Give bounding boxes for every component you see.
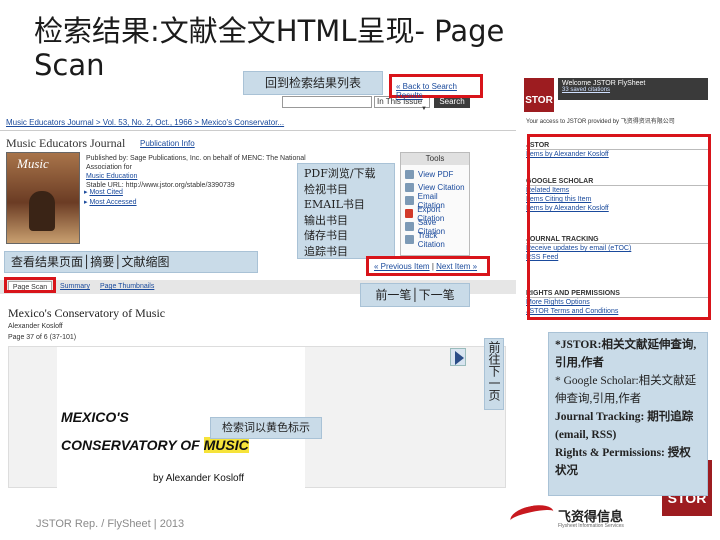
- callout-keyword-highlight: 检索词以黄色标示: [210, 417, 322, 439]
- back-to-search-results-link[interactable]: « Back to Search Results: [392, 77, 480, 100]
- view-pdf-tool[interactable]: View PDF: [405, 168, 465, 181]
- callout-view-modes: 查看结果页面│摘要│文献缩图: [4, 251, 258, 273]
- jstor-logo-text: STOR: [525, 95, 553, 106]
- next-page-arrow[interactable]: [450, 348, 466, 366]
- scan-word: OF: [180, 437, 200, 453]
- cover-figure: [29, 191, 55, 231]
- welcome-box: Welcome JSTOR FlySheet 33 saved citation…: [558, 78, 708, 100]
- track-citation-tool[interactable]: Track Citation: [405, 230, 465, 249]
- play-arrow-icon: [455, 351, 464, 365]
- callout-line: EMAIL书目: [304, 198, 365, 211]
- breadcrumb[interactable]: Music Educators Journal > Vol. 53, No. 2…: [6, 118, 284, 127]
- slide-footer: JSTOR Rep. / FlySheet | 2013: [36, 518, 185, 530]
- highlight-back-link: « Back to Search Results: [389, 74, 483, 100]
- callout-page-turn: 前往下一页: [484, 338, 504, 410]
- saved-citations-link[interactable]: 33 saved citations: [562, 87, 704, 93]
- article-author: Alexander Kosloff: [8, 323, 63, 330]
- highlight-sidebar: [527, 134, 711, 320]
- tab-page-thumbnails[interactable]: Page Thumbnails: [100, 283, 154, 290]
- scan-word: CONSERVATORY: [61, 437, 177, 453]
- jstor-logo-small: STOR: [524, 78, 554, 112]
- document-icon: [405, 183, 414, 192]
- callout-line: Journal Tracking: 期刊追踪(email, RSS): [555, 411, 694, 441]
- access-note: Your access to JSTOR provided by 飞资得资讯有限…: [526, 119, 675, 125]
- track-icon: [405, 235, 414, 244]
- journal-cover-title: Music: [17, 156, 49, 171]
- tools-heading: Tools: [401, 153, 469, 165]
- callout-pdf-tools: PDF浏览/下载 检视书目 EMAIL书目 输出书目 储存书目 追踪书目: [297, 163, 395, 259]
- journal-links: ▸ Most Cited ▸ Most Accessed: [84, 188, 137, 208]
- publication-info-link[interactable]: Publication Info: [140, 139, 195, 148]
- callout-line: 储存书目: [304, 229, 348, 242]
- chevron-down-icon: ▼: [421, 106, 427, 112]
- welcome-title: Welcome JSTOR FlySheet: [562, 80, 646, 87]
- search-input[interactable]: [282, 96, 372, 108]
- article-title: Mexico's Conservatory of Music: [8, 306, 166, 320]
- pdf-icon: [405, 170, 414, 179]
- tool-label: View PDF: [418, 170, 454, 179]
- highlight-prev-next: [366, 256, 490, 276]
- callout-back-to-list: 回到检索结果列表: [243, 71, 383, 95]
- callout-line: 输出书目: [304, 213, 348, 227]
- callout-line: PDF浏览/下载: [304, 167, 376, 180]
- save-icon: [405, 222, 414, 231]
- callout-line: *JSTOR:相关文献延伸查询,引用,作者: [555, 339, 697, 369]
- callout-line: 检视书目: [304, 182, 348, 196]
- highlight-page-scan-tab: [4, 277, 56, 293]
- callout-line: Rights & Permissions: 授权状况: [555, 447, 691, 477]
- article-pages: Page 37 of 6 (37-101): [8, 334, 77, 341]
- tab-summary[interactable]: Summary: [60, 283, 90, 290]
- scan-heading-line-1: MEXICO'S: [61, 409, 129, 425]
- journal-cover-image: Music: [6, 152, 80, 244]
- flysheet-logo: 飞资得信息 Flysheet Information Services: [508, 501, 660, 534]
- tools-panel: Tools View PDF View Citation Email Citat…: [400, 152, 470, 256]
- callout-line: * Google Scholar:相关文献延伸查询,引用,作者: [555, 375, 697, 405]
- export-icon: [405, 209, 414, 218]
- journal-name: Music Educators Journal: [6, 136, 126, 150]
- most-cited-link[interactable]: Most Cited: [89, 189, 122, 196]
- scan-byline: by Alexander Kosloff: [153, 473, 244, 484]
- flysheet-swoosh-icon: [508, 501, 556, 531]
- breadcrumb-divider: [0, 130, 516, 131]
- tool-label: Track Citation: [417, 230, 445, 249]
- callout-jstor-notes: *JSTOR:相关文献延伸查询,引用,作者 * Google Scholar:相…: [548, 332, 708, 496]
- callout-prev-next: 前一笔│下一笔: [360, 283, 470, 307]
- most-accessed-link[interactable]: Most Accessed: [89, 199, 136, 206]
- flysheet-company-tag: Flysheet Information Services: [558, 523, 624, 529]
- callout-vertical-text: 前往下一页: [487, 341, 501, 401]
- scan-heading-line-2: CONSERVATORY OF MUSIC: [61, 437, 249, 453]
- keyword-highlight: MUSIC: [203, 437, 249, 453]
- envelope-icon: [405, 196, 414, 205]
